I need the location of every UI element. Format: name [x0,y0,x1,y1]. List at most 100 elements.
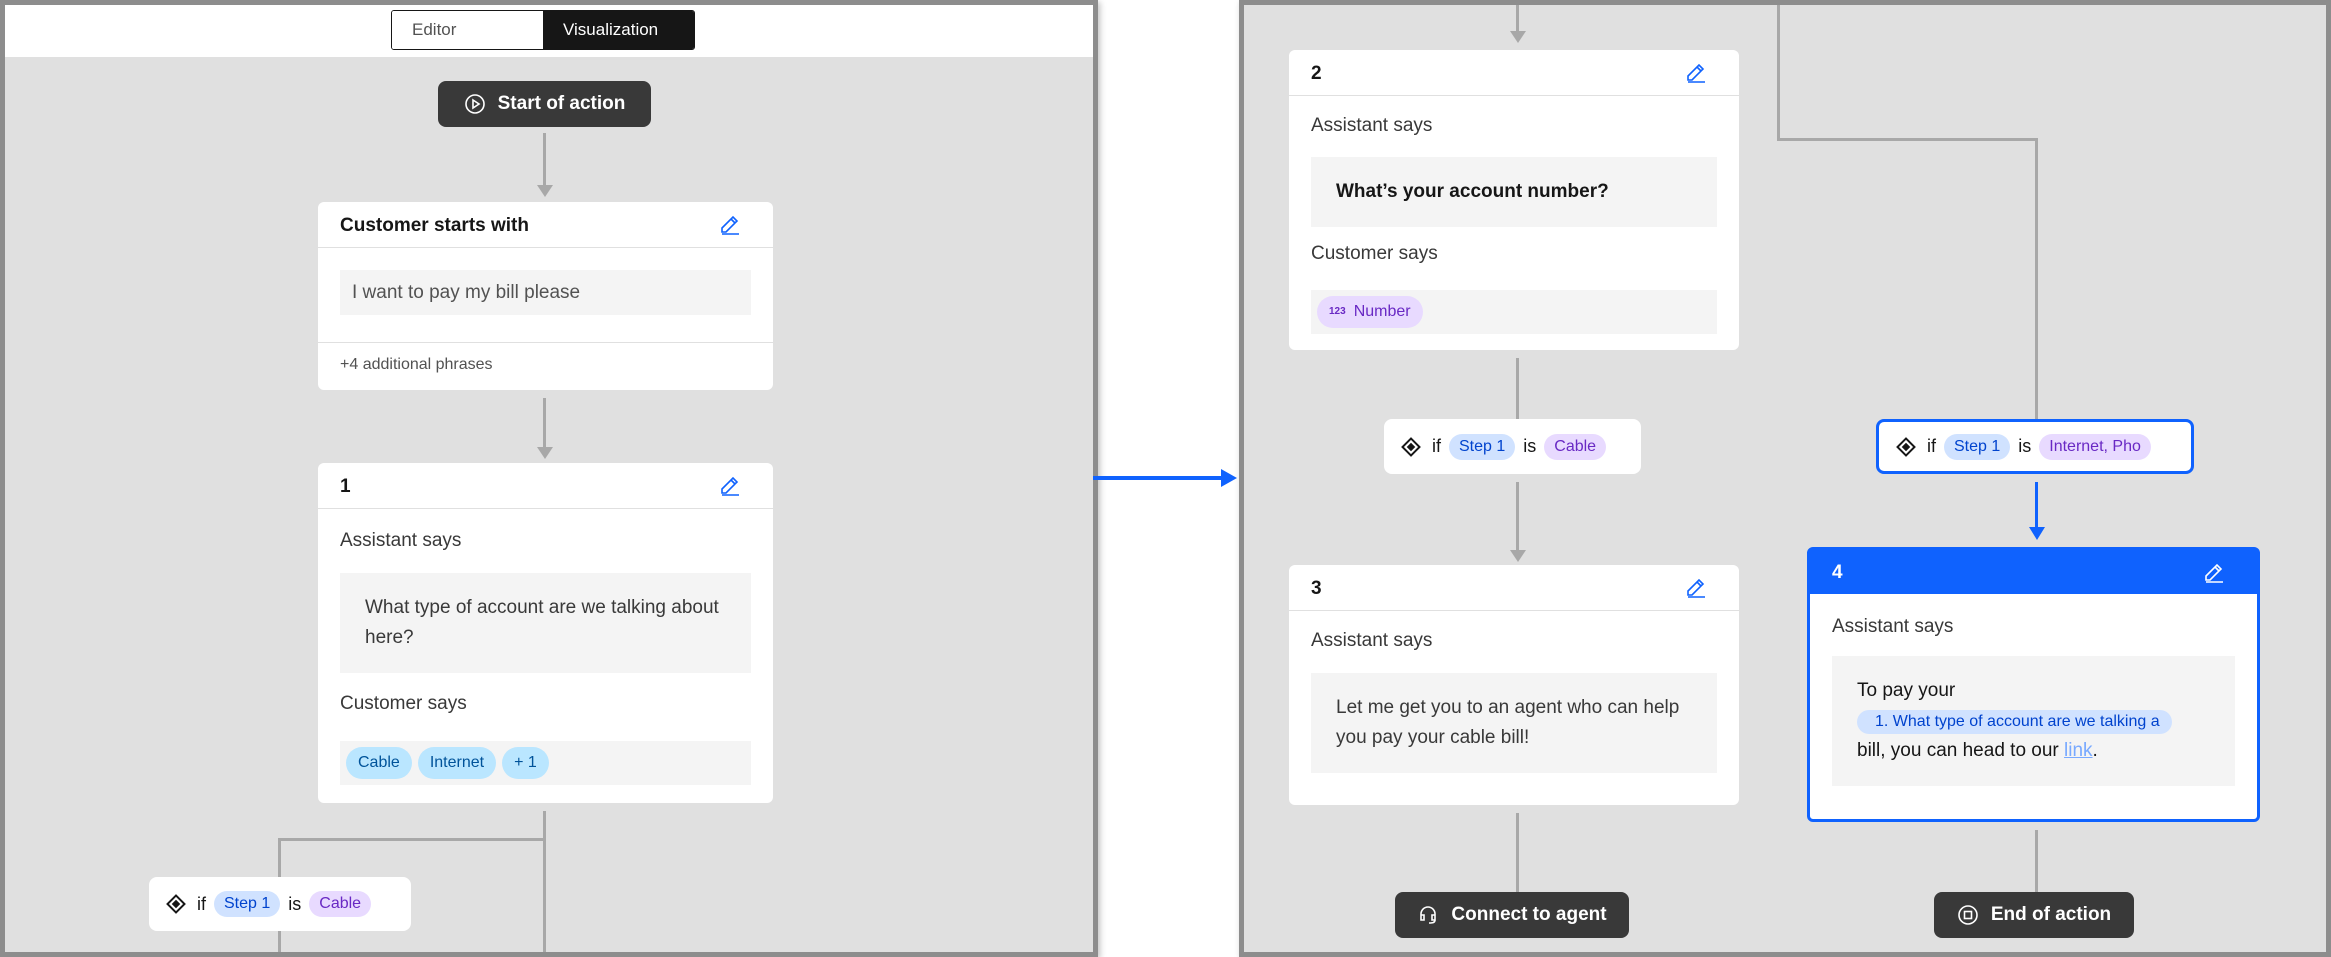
assistant-message: Let me get you to an agent who can help … [1311,673,1717,773]
connector [278,838,546,841]
connector [543,398,546,448]
connector [1777,5,1780,141]
connector [1516,482,1519,552]
connector-active [2035,482,2038,527]
right-visualization-panel: 2 Assistant says What’s your account num… [1239,0,2331,957]
start-of-action-node[interactable]: Start of action [438,81,651,127]
condition-value-tag: Cable [309,891,372,917]
connector [543,133,546,187]
condition-icon [1896,436,1916,457]
is-label: is [2018,436,2032,456]
option-tag[interactable]: + 1 [502,747,549,779]
connector-arrow [537,185,553,197]
transition-arrow-line [1093,476,1223,480]
card-header: Customer starts with [318,202,773,248]
connector-arrow-active [2029,527,2045,540]
if-label: if [1927,436,1936,456]
connect-to-agent-label: Connect to agent [1451,904,1607,925]
edit-icon[interactable] [2203,561,2225,583]
step-variable-tag: Step 1 [214,891,281,917]
customer-options: Cable Internet + 1 [340,741,751,785]
view-toolbar: Editor Visualization [5,5,1093,57]
play-icon [464,94,485,114]
assistant-says-label: Assistant says [1311,115,1433,136]
connect-to-agent-node[interactable]: Connect to agent [1395,892,1629,938]
condition-node-cable[interactable]: if Step 1 is Cable [1384,419,1641,474]
customer-response-type: 123 Number [1311,290,1717,334]
additional-phrases[interactable]: +4 additional phrases [340,356,493,374]
connector-arrow [1510,31,1526,43]
condition-value-tag: Cable [1544,433,1607,460]
connector [543,811,546,952]
number-type-tag: 123 Number [1317,296,1423,328]
message-punctuation: . [2092,740,2098,761]
connector [278,838,281,878]
step-variable-tag: Step 1 [1449,433,1516,460]
card-header: 2 [1289,50,1739,96]
customer-says-label: Customer says [1311,243,1438,264]
step-1-card[interactable]: 1 Assistant says What type of account ar… [318,463,773,803]
step-2-card[interactable]: 2 Assistant says What’s your account num… [1289,50,1739,350]
option-tag: Cable [346,747,412,779]
number-type-label: Number [1353,303,1411,320]
left-visualization-panel: Editor Visualization Start of action Cus… [0,0,1098,957]
step-number: 2 [1311,63,1322,84]
is-label: is [1523,436,1537,456]
connector-arrow [537,447,553,459]
customer-says-label: Customer says [340,693,467,714]
edit-icon[interactable] [719,474,741,496]
connector [1516,358,1519,420]
step-number: 1 [340,476,351,497]
view-toggle: Editor Visualization [391,10,695,50]
transition-arrow-head [1221,469,1237,487]
assistant-says-label: Assistant says [1311,630,1433,651]
card-header: 1 [318,463,773,509]
card-header: 4 [1810,550,2257,594]
message-text: To pay your [1857,680,1956,701]
assistant-message: What’s your account number? [1311,157,1717,227]
variable-tag: 1. What type of account are we talking a [1857,710,2172,734]
edit-icon[interactable] [1685,576,1707,598]
start-of-action-label: Start of action [497,93,626,114]
card-header: 3 [1289,565,1739,611]
if-label: if [197,893,206,914]
connector [1777,138,2038,141]
edit-icon[interactable] [1685,61,1707,83]
divider [318,342,773,343]
step-4-card[interactable]: 4 Assistant says To pay your 1. What typ… [1807,547,2260,822]
number-type-icon: 123 [1329,306,1346,317]
condition-icon [166,894,186,914]
connector [1516,813,1519,893]
end-of-action-node[interactable]: End of action [1934,892,2134,938]
assistant-says-label: Assistant says [340,530,462,551]
connector [2035,830,2038,892]
edit-icon[interactable] [719,213,741,235]
condition-node-internet[interactable]: if Step 1 is Internet, Pho [1876,419,2194,474]
assistant-message: To pay your 1. What type of account are … [1832,656,2235,786]
example-phrase: I want to pay my bill please [340,270,751,315]
connector [278,930,281,952]
condition-icon [1401,436,1421,457]
option-tag: Internet [417,747,497,779]
headset-icon [1420,906,1437,924]
condition-node[interactable]: if Step 1 is Cable [149,877,411,931]
visualization-tab[interactable]: Visualization [543,11,694,49]
if-label: if [1432,436,1441,456]
assistant-says-label: Assistant says [1832,616,1954,637]
step-number: 4 [1832,562,1843,583]
end-of-action-label: End of action [1990,904,2112,925]
editor-tab[interactable]: Editor [392,11,543,49]
step-3-card[interactable]: 3 Assistant says Let me get you to an ag… [1289,565,1739,805]
customer-starts-card[interactable]: Customer starts with I want to pay my bi… [318,202,773,390]
connector-arrow [1510,550,1526,562]
connector [2035,138,2038,420]
card-title: Customer starts with [340,215,529,236]
condition-value-tag: Internet, Pho [2039,433,2151,460]
stop-icon [1958,905,1978,925]
connector [1516,5,1519,31]
step-variable-tag: Step 1 [1944,433,2011,460]
message-text: bill, you can head to our [1857,740,2059,761]
link[interactable]: link [2064,740,2093,761]
is-label: is [288,893,302,914]
step-number: 3 [1311,578,1322,599]
